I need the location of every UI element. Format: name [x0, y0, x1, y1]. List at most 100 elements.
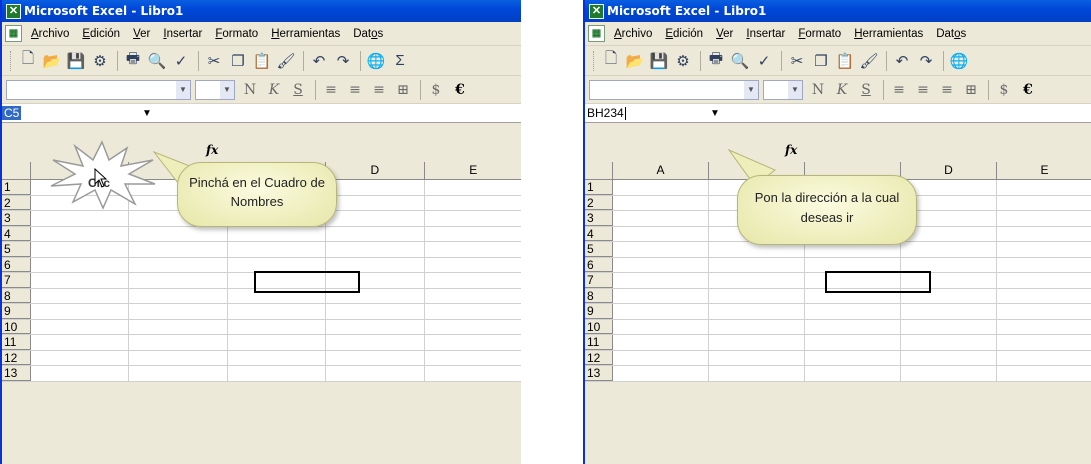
grid-cell[interactable] — [805, 304, 902, 319]
align-right-icon[interactable]: ≡ — [936, 82, 958, 98]
column-header[interactable]: D — [901, 162, 998, 179]
grid-cell[interactable] — [613, 211, 710, 226]
active-cell[interactable] — [825, 271, 931, 293]
grid-cell[interactable] — [326, 366, 425, 381]
grid-cell[interactable] — [326, 195, 425, 210]
grid-cell[interactable] — [326, 335, 425, 350]
font-name-combo[interactable]: ▼ — [6, 79, 191, 100]
paste-icon[interactable]: 📋 — [834, 50, 856, 72]
grid-cell[interactable] — [425, 366, 521, 381]
open-icon[interactable]: 📂 — [624, 50, 646, 72]
grid-cell[interactable] — [901, 257, 998, 272]
grid-cell[interactable] — [613, 273, 710, 288]
paste-icon[interactable]: 📋 — [251, 50, 273, 72]
align-left-icon[interactable]: ≡ — [320, 82, 342, 98]
column-header[interactable]: A — [613, 162, 710, 179]
grid-cell[interactable] — [709, 273, 806, 288]
underline-icon[interactable]: S — [287, 82, 309, 98]
menu-datos[interactable]: Datos — [353, 28, 383, 40]
row-header[interactable]: 1 — [2, 180, 31, 195]
grid-cell[interactable] — [228, 257, 327, 272]
align-left-icon[interactable]: ≡ — [888, 82, 910, 98]
cut-icon[interactable]: ✂ — [786, 50, 808, 72]
grid-cell[interactable] — [709, 335, 806, 350]
grid-cell[interactable] — [326, 319, 425, 334]
row-header[interactable]: 3 — [585, 211, 614, 226]
grid-cell[interactable] — [425, 227, 521, 242]
grid-cell[interactable] — [613, 366, 710, 381]
select-all-corner[interactable] — [585, 162, 614, 179]
grid-cell[interactable] — [997, 180, 1091, 195]
row-header[interactable]: 13 — [2, 366, 31, 381]
grid-cell[interactable] — [709, 304, 806, 319]
grid-cell[interactable] — [129, 304, 228, 319]
copy-icon[interactable]: ❐ — [227, 50, 249, 72]
spelling-icon[interactable]: ✓ — [753, 50, 775, 72]
menu-insertar[interactable]: Insertar — [163, 28, 202, 40]
grid-cell[interactable] — [805, 350, 902, 365]
grid-cell[interactable] — [425, 196, 521, 211]
column-header[interactable]: D — [326, 162, 425, 179]
row-header[interactable]: 6 — [2, 257, 31, 272]
open-icon[interactable]: 📂 — [41, 50, 63, 72]
row-header[interactable]: 8 — [585, 288, 614, 303]
font-name-combo[interactable]: ▼ — [589, 79, 759, 100]
grid-cell[interactable] — [425, 320, 521, 335]
grid-cell[interactable] — [326, 242, 425, 257]
underline-icon[interactable]: S — [855, 82, 877, 98]
grid-cell[interactable] — [613, 180, 710, 195]
save-icon[interactable]: 💾 — [648, 50, 670, 72]
grid-cell[interactable] — [425, 351, 521, 366]
row-header[interactable]: 5 — [2, 242, 31, 257]
currency-icon[interactable]: $ — [425, 82, 447, 98]
row-header[interactable]: 2 — [585, 195, 614, 210]
name-box[interactable]: C5 ▼ — [2, 104, 152, 122]
hyperlink-icon[interactable]: 🌐 — [948, 50, 970, 72]
grid-cell[interactable] — [613, 304, 710, 319]
grid-cell[interactable] — [31, 288, 130, 303]
row-header[interactable]: 9 — [2, 304, 31, 319]
row-header[interactable]: 9 — [585, 304, 614, 319]
row-header[interactable]: 2 — [2, 195, 31, 210]
grid-cell[interactable] — [997, 304, 1091, 319]
font-size-combo[interactable]: ▼ — [195, 79, 235, 100]
grid-cell[interactable] — [31, 257, 130, 272]
grid-cell[interactable] — [997, 335, 1091, 350]
row-header[interactable]: 11 — [585, 335, 614, 350]
row-header[interactable]: 10 — [585, 319, 614, 334]
menu-formato[interactable]: Formato — [215, 28, 258, 40]
autosum-icon[interactable]: Σ — [389, 50, 411, 72]
column-header[interactable]: E — [425, 162, 521, 179]
grid-cell[interactable] — [228, 304, 327, 319]
grid-cell[interactable] — [326, 211, 425, 226]
row-header[interactable]: 12 — [2, 350, 31, 365]
grid-cell[interactable] — [228, 319, 327, 334]
grid-cell[interactable] — [31, 319, 130, 334]
grid-cell[interactable] — [326, 257, 425, 272]
euro-icon[interactable]: € — [449, 82, 471, 98]
row-header[interactable]: 4 — [585, 226, 614, 241]
menu-ver[interactable]: Ver — [133, 28, 150, 40]
grid-cell[interactable] — [709, 319, 806, 334]
chevron-down-icon[interactable]: ▼ — [744, 80, 758, 99]
row-header[interactable]: 13 — [585, 366, 614, 381]
menu-edicion[interactable]: Edición — [82, 28, 120, 40]
grid-cell[interactable] — [997, 351, 1091, 366]
grid-cell[interactable] — [31, 273, 130, 288]
grid-cell[interactable] — [31, 242, 130, 257]
function-icon[interactable]: fx — [206, 143, 218, 157]
row-header[interactable]: 10 — [2, 319, 31, 334]
toolbar-grip[interactable] — [593, 50, 596, 71]
grid-cell[interactable] — [425, 242, 521, 257]
row-header[interactable]: 5 — [585, 242, 614, 257]
grid-cell[interactable] — [31, 211, 130, 226]
grid-cell[interactable] — [31, 350, 130, 365]
format-painter-icon[interactable]: 🖌 — [275, 50, 297, 72]
grid-cell[interactable] — [805, 366, 902, 381]
row-header[interactable]: 3 — [2, 211, 31, 226]
menu-datos[interactable]: Datos — [936, 28, 966, 40]
chevron-down-icon[interactable]: ▼ — [788, 80, 802, 99]
menu-formato[interactable]: Formato — [798, 28, 841, 40]
grid-cell[interactable] — [997, 273, 1091, 288]
row-header[interactable]: 12 — [585, 350, 614, 365]
